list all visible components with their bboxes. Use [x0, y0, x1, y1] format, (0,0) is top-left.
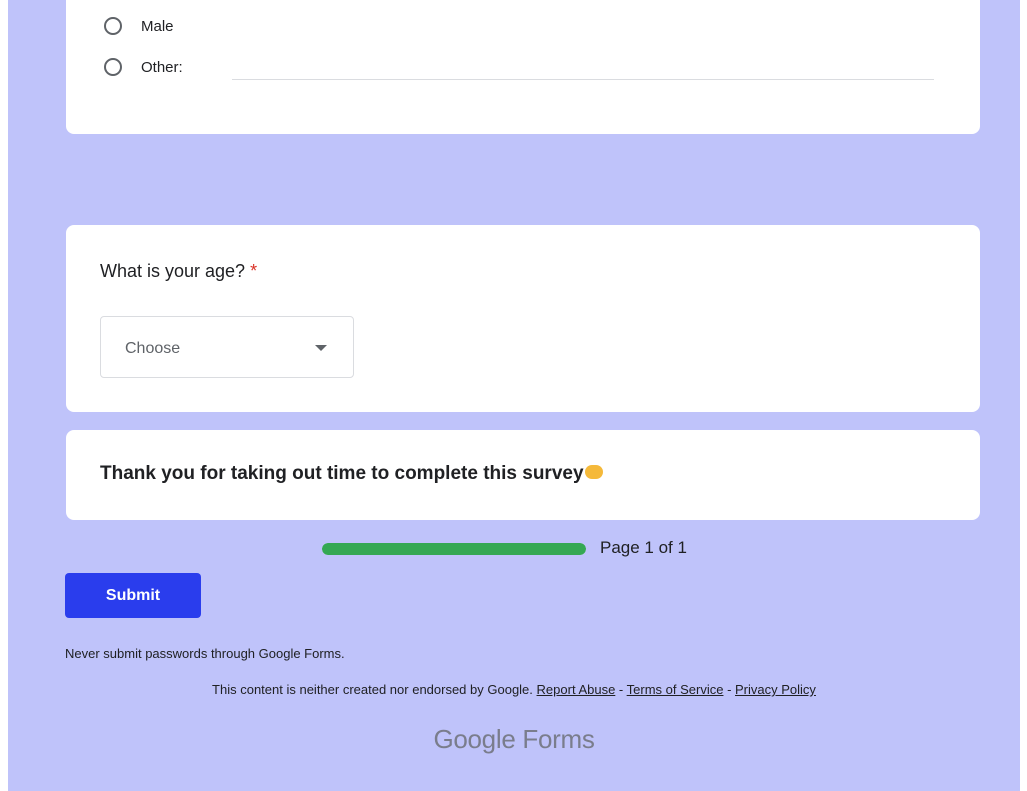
- age-question-card: What is your age? * Choose: [66, 225, 980, 412]
- hugging-face-emoji-icon: [584, 464, 603, 479]
- thank-you-text: Thank you for taking out time to complet…: [100, 463, 584, 484]
- dropdown-value: Choose: [125, 340, 181, 357]
- radio-button-icon[interactable]: [104, 17, 122, 35]
- privacy-policy-link[interactable]: Privacy Policy: [735, 682, 816, 697]
- form-background: Male Other: What is your age? * Choose T…: [8, 0, 1020, 791]
- radio-button-icon[interactable]: [104, 58, 122, 76]
- link-separator: -: [723, 682, 736, 697]
- progress-bar: [322, 543, 586, 555]
- radio-option-label: Male: [141, 17, 174, 35]
- radio-option-label: Other:: [141, 58, 183, 76]
- page-indicator: Page 1 of 1: [600, 538, 687, 557]
- thank-you-message: Thank you for taking out time to complet…: [100, 463, 603, 485]
- radio-option-male[interactable]: Male: [104, 17, 174, 35]
- submit-button[interactable]: Submit: [65, 573, 201, 618]
- report-abuse-link[interactable]: Report Abuse: [537, 682, 616, 697]
- required-asterisk: *: [250, 261, 258, 281]
- age-dropdown[interactable]: Choose: [100, 316, 354, 378]
- google-forms-logo[interactable]: Google Forms: [8, 724, 1020, 755]
- footer-disclaimer: This content is neither created nor endo…: [8, 682, 1020, 697]
- thank-you-card: Thank you for taking out time to complet…: [66, 430, 980, 520]
- other-text-input[interactable]: [232, 79, 934, 80]
- question-text: What is your age?: [100, 261, 246, 281]
- radio-option-other[interactable]: Other:: [104, 58, 183, 76]
- progress-bar-fill: [322, 543, 586, 555]
- disclaimer-text: This content is neither created nor endo…: [212, 682, 533, 697]
- gender-question-card: Male Other:: [66, 0, 980, 134]
- question-title: What is your age? *: [100, 261, 257, 282]
- password-warning: Never submit passwords through Google Fo…: [65, 646, 345, 661]
- terms-of-service-link[interactable]: Terms of Service: [627, 682, 724, 697]
- dropdown-arrow-icon: [315, 345, 327, 351]
- link-separator: -: [615, 682, 627, 697]
